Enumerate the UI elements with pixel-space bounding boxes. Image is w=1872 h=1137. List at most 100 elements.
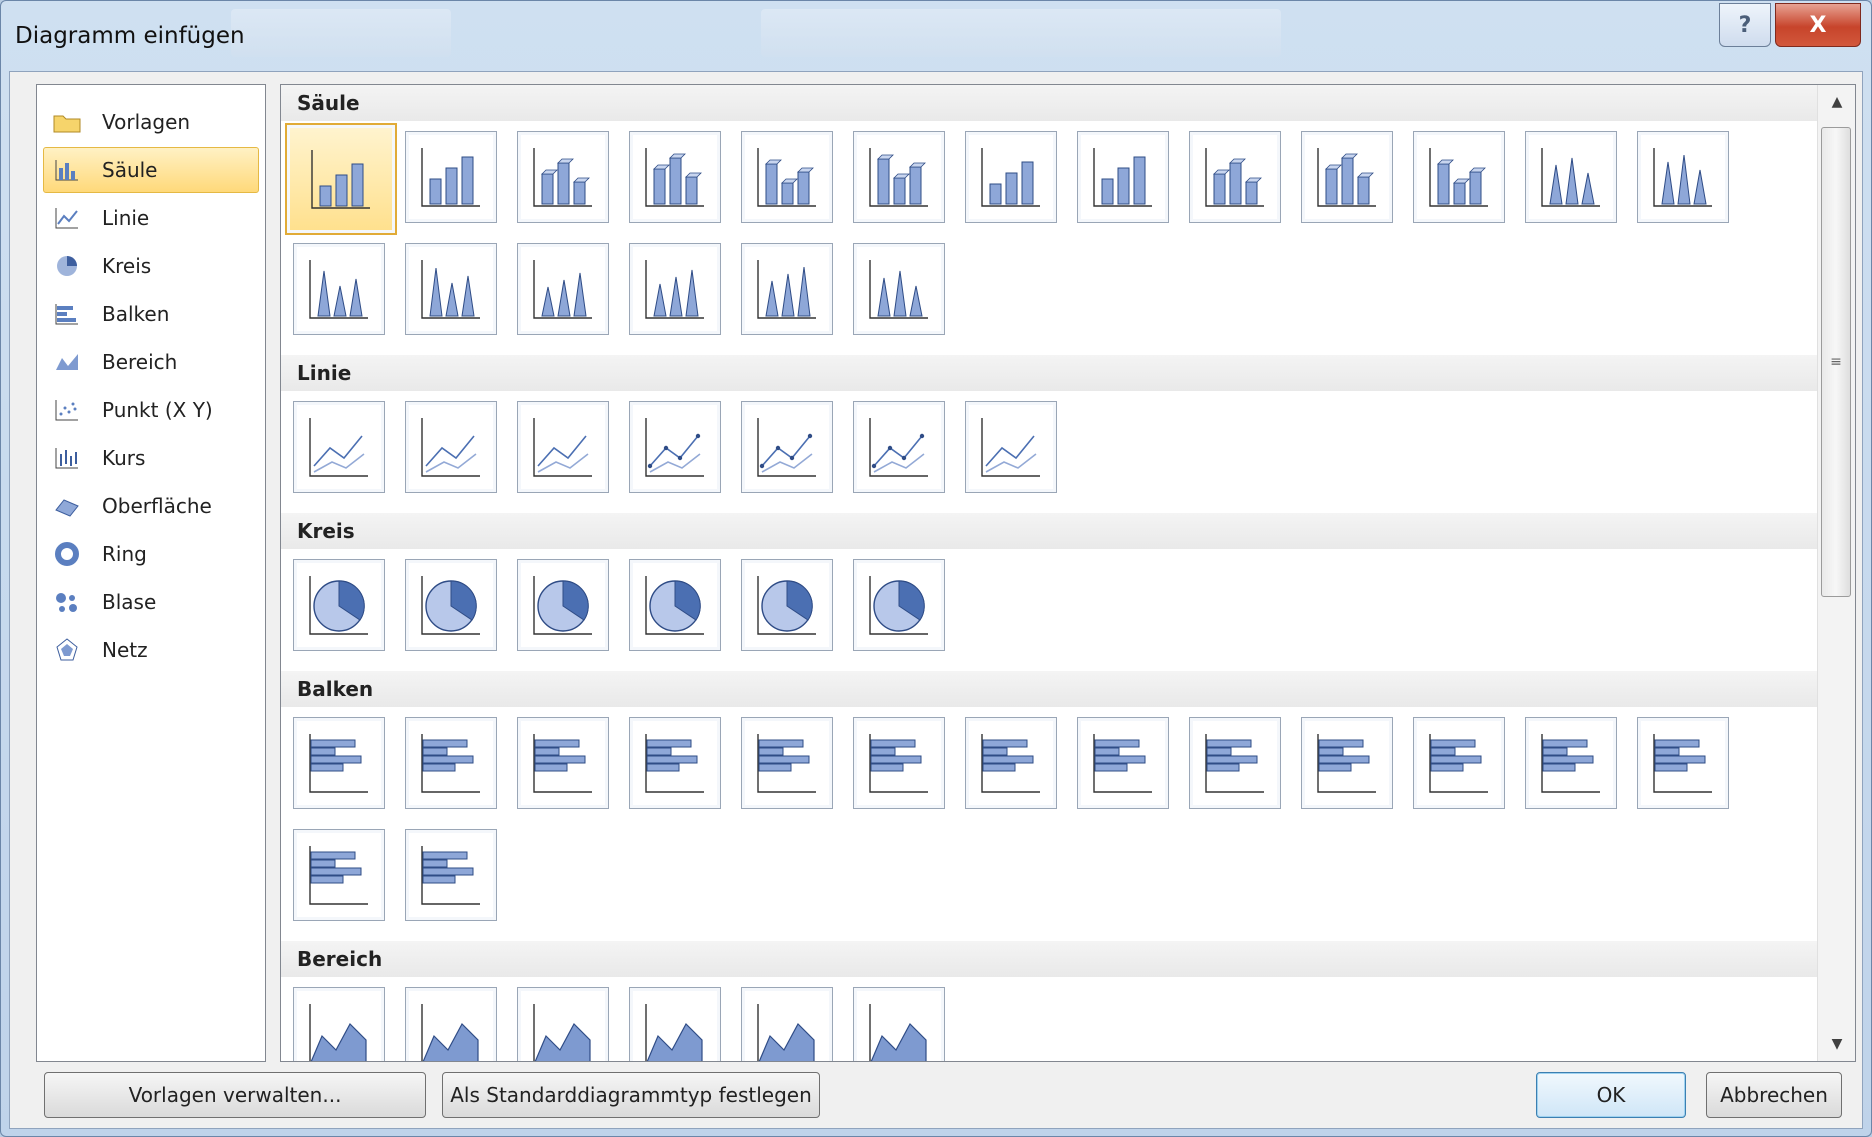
gallery-section-header: Kreis — [281, 513, 1817, 549]
chart-type-bar-thumbnail[interactable] — [1301, 717, 1393, 809]
scatter-chart-icon — [52, 396, 82, 424]
chart-type-column-thumbnail[interactable] — [741, 243, 833, 335]
manage-templates-button[interactable]: Vorlagen verwalten... — [44, 1072, 426, 1118]
chart-type-line-thumbnail[interactable] — [293, 401, 385, 493]
chart-category-label: Punkt (X Y) — [102, 398, 213, 422]
chart-type-bar-thumbnail[interactable] — [965, 717, 1057, 809]
chart-type-area-thumbnail[interactable] — [517, 987, 609, 1061]
chart-category-item[interactable]: Oberfläche — [43, 483, 259, 529]
chart-type-column-thumbnail[interactable] — [1413, 131, 1505, 223]
chart-type-column-thumbnail[interactable] — [517, 131, 609, 223]
chart-type-column-thumbnail[interactable] — [517, 243, 609, 335]
help-icon: ? — [1738, 12, 1752, 38]
chart-type-bar-thumbnail[interactable] — [1189, 717, 1281, 809]
title-bar: Diagramm einfügen ? X — [1, 1, 1871, 73]
chart-type-line-thumbnail[interactable] — [965, 401, 1057, 493]
chart-type-gallery: ▲ ≡ ▼ Säule Linie Kreis Balken Bereich — [280, 84, 1856, 1062]
folder-icon — [52, 108, 82, 136]
chart-type-bar-thumbnail[interactable] — [853, 717, 945, 809]
chart-type-pie-thumbnail[interactable] — [517, 559, 609, 651]
chart-type-bar-thumbnail[interactable] — [293, 717, 385, 809]
chart-category-label: Säule — [102, 158, 158, 182]
chart-type-column-thumbnail[interactable] — [1077, 131, 1169, 223]
chart-type-area-thumbnail[interactable] — [741, 987, 833, 1061]
gallery-section-header: Säule — [281, 85, 1817, 121]
chart-type-pie-thumbnail[interactable] — [629, 559, 721, 651]
chart-type-line-thumbnail[interactable] — [629, 401, 721, 493]
insert-chart-dialog: Diagramm einfügen ? X Vorlagen Säule Linie… — [0, 0, 1872, 1137]
scrollbar-thumb[interactable]: ≡ — [1821, 127, 1851, 597]
chart-type-bar-thumbnail[interactable] — [405, 717, 497, 809]
chart-type-bar-thumbnail[interactable] — [1077, 717, 1169, 809]
chart-category-label: Balken — [102, 302, 170, 326]
pie-chart-icon — [52, 252, 82, 280]
set-default-chart-button[interactable]: Als Standarddiagrammtyp festlegen — [442, 1072, 820, 1118]
chart-type-bar-thumbnail[interactable] — [293, 829, 385, 921]
chart-type-column-thumbnail[interactable] — [405, 131, 497, 223]
chart-type-column-thumbnail[interactable] — [853, 131, 945, 223]
chart-category-item[interactable]: Netz — [43, 627, 259, 673]
chart-type-column-thumbnail[interactable] — [293, 243, 385, 335]
area-chart-icon — [52, 348, 82, 376]
chart-type-line-thumbnail[interactable] — [517, 401, 609, 493]
surface-chart-icon — [52, 492, 82, 520]
stock-chart-icon — [52, 444, 82, 472]
chart-category-item[interactable]: Kreis — [43, 243, 259, 289]
chart-type-pie-thumbnail[interactable] — [293, 559, 385, 651]
chart-type-column-thumbnail[interactable] — [629, 243, 721, 335]
chart-category-item[interactable]: Bereich — [43, 339, 259, 385]
ok-button[interactable]: OK — [1536, 1072, 1686, 1118]
dialog-title: Diagramm einfügen — [15, 23, 245, 49]
chart-category-item[interactable]: Ring — [43, 531, 259, 577]
chart-type-column-thumbnail[interactable] — [741, 131, 833, 223]
chart-type-line-thumbnail[interactable] — [405, 401, 497, 493]
chart-category-label: Netz — [102, 638, 148, 662]
chart-type-bar-thumbnail[interactable] — [629, 717, 721, 809]
chart-type-line-thumbnail[interactable] — [741, 401, 833, 493]
chart-category-item[interactable]: Linie — [43, 195, 259, 241]
chart-type-column-thumbnail[interactable] — [1189, 131, 1281, 223]
chart-type-area-thumbnail[interactable] — [405, 987, 497, 1061]
background-window-ghost — [231, 9, 451, 57]
chart-category-item[interactable]: Kurs — [43, 435, 259, 481]
chart-type-pie-thumbnail[interactable] — [853, 559, 945, 651]
chart-type-column-thumbnail[interactable] — [629, 131, 721, 223]
scroll-up-arrow-icon[interactable]: ▲ — [1818, 85, 1855, 119]
chart-type-area-thumbnail[interactable] — [293, 987, 385, 1061]
chart-category-item[interactable]: Punkt (X Y) — [43, 387, 259, 433]
chart-type-column-thumbnail[interactable] — [1525, 131, 1617, 223]
doughnut-chart-icon — [52, 540, 82, 568]
chart-category-label: Blase — [102, 590, 157, 614]
chart-category-item[interactable]: Blase — [43, 579, 259, 625]
chart-type-column-thumbnail[interactable] — [853, 243, 945, 335]
chart-type-line-thumbnail[interactable] — [853, 401, 945, 493]
chart-type-bar-thumbnail[interactable] — [741, 717, 833, 809]
scroll-down-arrow-icon[interactable]: ▼ — [1818, 1027, 1855, 1061]
chart-type-area-thumbnail[interactable] — [853, 987, 945, 1061]
close-button[interactable]: X — [1775, 3, 1861, 47]
radar-chart-icon — [52, 636, 82, 664]
chart-category-item[interactable]: Vorlagen — [43, 99, 259, 145]
background-window-ghost — [761, 9, 1281, 57]
cancel-button[interactable]: Abbrechen — [1706, 1072, 1842, 1118]
chart-type-column-thumbnail[interactable] — [1637, 131, 1729, 223]
gallery-scrollbar[interactable]: ▲ ≡ ▼ — [1817, 85, 1855, 1061]
chart-category-label: Kreis — [102, 254, 152, 278]
chart-type-pie-thumbnail[interactable] — [405, 559, 497, 651]
chart-type-bar-thumbnail[interactable] — [405, 829, 497, 921]
bubble-chart-icon — [52, 588, 82, 616]
chart-category-item[interactable]: Säule — [43, 147, 259, 193]
help-button[interactable]: ? — [1719, 3, 1771, 47]
chart-type-bar-thumbnail[interactable] — [517, 717, 609, 809]
chart-type-pie-thumbnail[interactable] — [741, 559, 833, 651]
chart-category-label: Vorlagen — [102, 110, 191, 134]
chart-type-bar-thumbnail[interactable] — [1637, 717, 1729, 809]
chart-type-column-thumbnail[interactable] — [1301, 131, 1393, 223]
chart-type-area-thumbnail[interactable] — [629, 987, 721, 1061]
chart-type-bar-thumbnail[interactable] — [1413, 717, 1505, 809]
chart-type-bar-thumbnail[interactable] — [1525, 717, 1617, 809]
chart-type-column-thumbnail[interactable] — [965, 131, 1057, 223]
chart-type-column-thumbnail[interactable] — [405, 243, 497, 335]
chart-category-item[interactable]: Balken — [43, 291, 259, 337]
chart-type-column-thumbnail[interactable] — [285, 123, 397, 235]
